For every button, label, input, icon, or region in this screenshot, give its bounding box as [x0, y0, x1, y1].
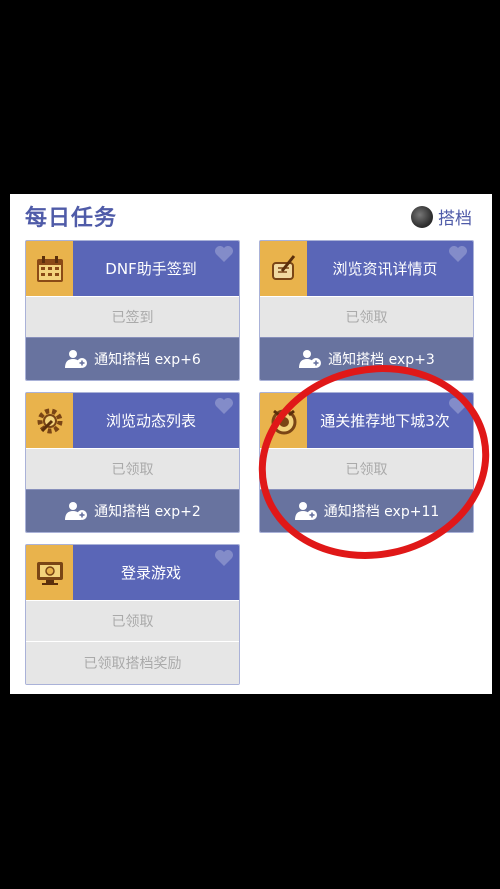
task-header: 登录游戏 — [26, 545, 239, 600]
heart-watermark-icon — [215, 550, 233, 566]
notify-label: 通知搭档 exp+6 — [94, 352, 201, 368]
task-header: 浏览动态列表 — [26, 393, 239, 448]
notify-partner-button[interactable]: 通知搭档 exp+2 — [26, 489, 239, 532]
task-card-browse-news: 浏览资讯详情页 已领取 通知搭档 exp+3 — [259, 240, 474, 381]
page-title: 每日任务 — [25, 206, 118, 231]
heart-watermark-icon — [215, 398, 233, 414]
task-card-dnf-signin: DNF助手签到 已签到 通知搭档 exp+6 — [25, 240, 240, 381]
task-status: 已领取 — [260, 296, 473, 337]
scroll-quill-icon — [260, 241, 307, 296]
task-status: 已领取 — [26, 448, 239, 489]
heart-watermark-icon — [449, 246, 467, 262]
add-user-icon — [65, 502, 88, 520]
partner-avatar — [411, 205, 433, 228]
add-user-icon — [299, 350, 322, 368]
partner-reward-claimed: 已领取搭档奖励 — [26, 641, 239, 684]
task-status: 已签到 — [26, 296, 239, 337]
task-card-browse-feed: 浏览动态列表 已领取 通知搭档 exp+2 — [25, 392, 240, 533]
notify-label: 通知搭档 exp+2 — [94, 504, 201, 520]
partner-label: 搭档 — [438, 209, 472, 229]
notify-partner-button[interactable]: 通知搭档 exp+6 — [26, 337, 239, 380]
gear-wrench-icon — [26, 393, 73, 448]
notify-label: 已领取搭档奖励 — [83, 656, 182, 672]
task-card-login-game: 登录游戏 已领取 已领取搭档奖励 — [25, 544, 240, 685]
task-header: DNF助手签到 — [26, 241, 239, 296]
heart-watermark-icon — [215, 246, 233, 262]
partner-link[interactable]: 搭档 — [411, 204, 472, 229]
calendar-icon — [26, 241, 73, 296]
monitor-icon — [26, 545, 73, 600]
add-user-icon — [65, 350, 88, 368]
task-status: 已领取 — [26, 600, 239, 641]
task-header: 浏览资讯详情页 — [260, 241, 473, 296]
